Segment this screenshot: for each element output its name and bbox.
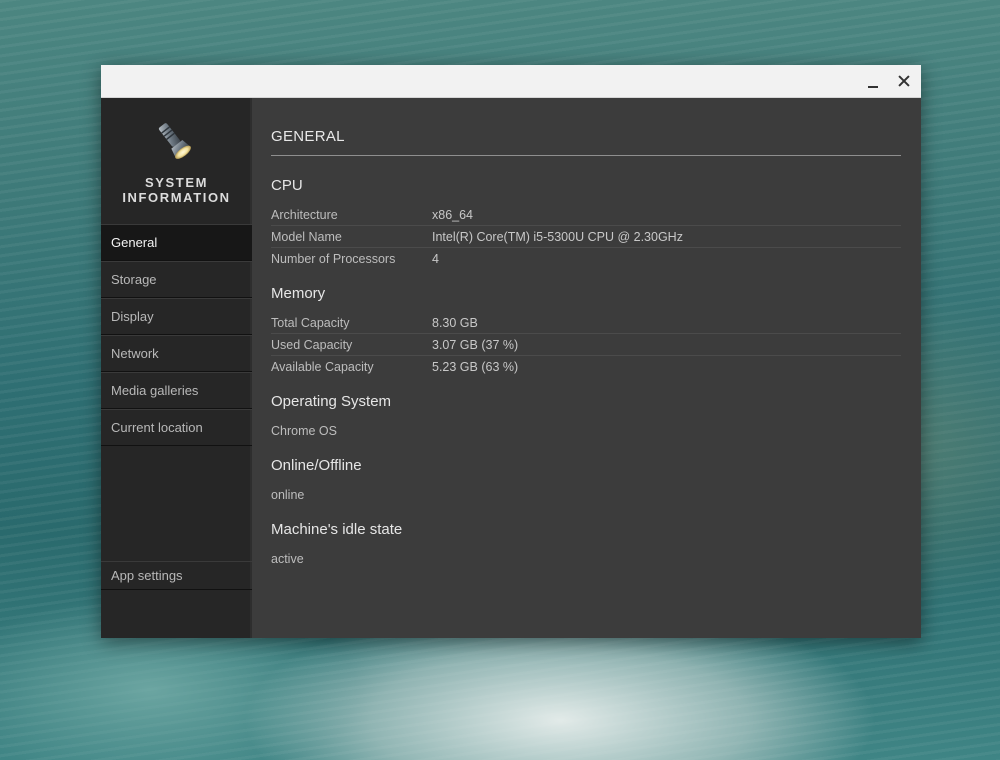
sidebar-item-storage[interactable]: Storage (101, 261, 252, 298)
memory-row-used: Used Capacity 3.07 GB (37 %) (271, 334, 901, 356)
memory-row-total: Total Capacity 8.30 GB (271, 312, 901, 334)
app-settings-link[interactable]: App settings (101, 561, 252, 590)
idle-value: active (271, 552, 304, 566)
main-content: GENERAL CPU Architecture x86_64 Model Na… (252, 98, 921, 638)
close-button[interactable] (891, 69, 917, 93)
os-value: Chrome OS (271, 424, 337, 438)
online-value: online (271, 488, 305, 502)
sidebar-item-display[interactable]: Display (101, 298, 252, 335)
sidebar-item-media-galleries[interactable]: Media galleries (101, 372, 252, 409)
cpu-row-processors: Number of Processors 4 (271, 248, 901, 270)
row-key: Number of Processors (271, 252, 396, 266)
sidebar-item-general[interactable]: General (101, 224, 252, 261)
app-title: SYSTEM INFORMATION (101, 175, 252, 205)
page-title: GENERAL (271, 128, 345, 145)
sidebar-item-current-location[interactable]: Current location (101, 409, 252, 446)
sidebar: SYSTEM INFORMATION General Storage Displ… (101, 98, 252, 638)
row-value: 3.07 GB (37 %) (432, 338, 519, 352)
cpu-row-architecture: Architecture x86_64 (271, 204, 901, 226)
app-title-line2: INFORMATION (122, 190, 231, 205)
memory-heading: Memory (271, 285, 326, 302)
row-key: Available Capacity (271, 360, 374, 374)
title-divider (271, 155, 901, 156)
row-value: 8.30 GB (432, 316, 478, 330)
system-information-window: SYSTEM INFORMATION General Storage Displ… (101, 65, 921, 638)
row-key: Architecture (271, 208, 338, 222)
cpu-row-model-name: Model Name Intel(R) Core(TM) i5-5300U CP… (271, 226, 901, 248)
memory-row-available: Available Capacity 5.23 GB (63 %) (271, 356, 901, 378)
online-heading: Online/Offline (271, 457, 362, 474)
os-heading: Operating System (271, 393, 392, 410)
close-icon (898, 75, 910, 87)
idle-heading: Machine's idle state (271, 521, 403, 538)
flashlight-icon (158, 123, 191, 159)
row-value: x86_64 (432, 208, 474, 222)
minimize-icon (868, 86, 878, 88)
row-value: 5.23 GB (63 %) (432, 360, 519, 374)
minimize-button[interactable] (860, 69, 886, 93)
row-value: Intel(R) Core(TM) i5-5300U CPU @ 2.30GHz (432, 230, 683, 244)
title-bar[interactable] (101, 65, 921, 98)
row-value: 4 (432, 252, 439, 266)
row-key: Total Capacity (271, 316, 350, 330)
sidebar-item-network[interactable]: Network (101, 335, 252, 372)
app-title-line1: SYSTEM (144, 175, 209, 190)
cpu-heading: CPU (271, 177, 303, 194)
sidebar-nav: General Storage Display Network Media ga… (101, 224, 252, 446)
row-key: Model Name (271, 230, 342, 244)
row-key: Used Capacity (271, 338, 353, 352)
